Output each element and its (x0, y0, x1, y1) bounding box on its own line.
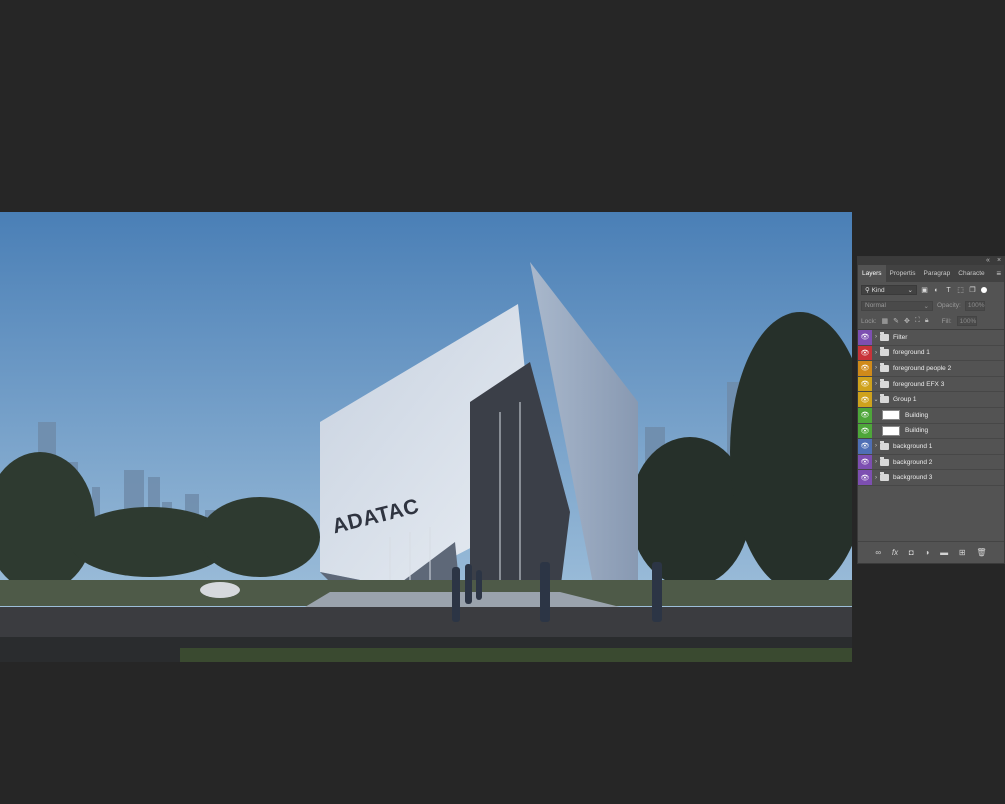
visibility-eye-icon[interactable]: 👁︎ (858, 470, 872, 485)
fill-label: Fill: (941, 317, 952, 325)
lock-pixels-icon[interactable]: ✎ (893, 317, 899, 325)
visibility-eye-icon[interactable]: 👁︎ (858, 330, 872, 345)
layer-row[interactable]: 👁︎ › foreground EFX 3 (858, 376, 1004, 393)
chevron-right-icon[interactable]: › (872, 443, 880, 449)
layer-name[interactable]: Building (905, 412, 928, 419)
panel-title-bar[interactable]: « × (858, 257, 1004, 265)
filter-shape-icon[interactable]: ⬚ (956, 286, 965, 295)
layer-name[interactable]: foreground 1 (893, 349, 930, 356)
chevron-right-icon[interactable]: › (872, 381, 880, 387)
layer-style-icon[interactable]: fx (892, 548, 898, 557)
folder-icon (880, 378, 889, 388)
visibility-eye-icon[interactable]: 👁︎ (858, 423, 872, 439)
folder-icon (880, 394, 889, 404)
filter-toggle[interactable] (981, 287, 987, 293)
search-icon: ⚲ (865, 287, 870, 294)
layer-name[interactable]: background 1 (893, 443, 932, 450)
lock-all-icon[interactable]: 🔒︎ (925, 317, 929, 325)
chevron-down-icon[interactable]: ⌄ (872, 396, 880, 403)
layer-row[interactable]: 👁︎ › background 3 (858, 470, 1004, 486)
link-layers-icon[interactable]: ∞ (875, 548, 881, 557)
filter-pixel-icon[interactable]: ▣ (920, 286, 929, 295)
folder-icon (880, 472, 889, 482)
chevron-down-icon: ⌄ (923, 302, 929, 310)
layer-thumbnail (882, 425, 900, 436)
blend-mode-label: Normal (865, 302, 886, 309)
layer-name[interactable]: foreground EFX 3 (893, 381, 944, 388)
layer-row[interactable]: 👁︎ › foreground 1 (858, 345, 1004, 362)
new-group-icon[interactable]: ▬ (940, 548, 948, 557)
lock-artboard-icon[interactable]: ⛶ (915, 317, 920, 325)
layer-row[interactable]: 👁︎ Building (858, 423, 1004, 440)
document-canvas[interactable] (0, 212, 852, 662)
layer-name[interactable]: Filter (893, 334, 907, 341)
panel-bottom-bar: ∞ fx ◘ ◑ ▬ ⊞ 🗑︎ (858, 541, 1004, 563)
layer-row[interactable]: 👁︎ › Filter (858, 330, 1004, 346)
delete-layer-icon[interactable]: 🗑︎ (976, 548, 986, 557)
filter-kind-select[interactable]: ⚲ Kind ⌄ (861, 285, 917, 295)
new-layer-icon[interactable]: ⊞ (959, 548, 966, 557)
filter-row: ⚲ Kind ⌄ ▣ ◐ T ⬚ ❐ (858, 282, 1004, 298)
chevron-down-icon: ⌄ (907, 287, 913, 294)
visibility-eye-icon[interactable]: 👁︎ (858, 376, 872, 392)
chevron-right-icon[interactable]: › (872, 459, 880, 465)
folder-icon (880, 331, 889, 341)
layer-row[interactable]: 👁︎ › background 2 (858, 454, 1004, 471)
layer-thumbnail (882, 410, 900, 421)
panel-menu-icon[interactable]: ≡ (996, 265, 1001, 282)
add-mask-icon[interactable]: ◘ (909, 548, 914, 557)
visibility-eye-icon[interactable]: 👁︎ (858, 392, 872, 407)
new-adjustment-icon[interactable]: ◑ (925, 548, 930, 557)
layer-row[interactable]: 👁︎ › background 1 (858, 439, 1004, 455)
layer-name[interactable]: background 2 (893, 459, 932, 466)
blend-mode-select[interactable]: Normal ⌄ (861, 300, 933, 311)
layers-list: 👁︎ › Filter 👁︎ › foreground 1 👁︎ › foreground pe… (858, 329, 1004, 486)
filter-type-icon[interactable]: T (944, 286, 953, 295)
collapse-icon[interactable]: « (986, 257, 990, 265)
layer-name[interactable]: background 3 (893, 474, 932, 481)
layer-row[interactable]: 👁︎ ⌄ Group 1 (858, 392, 1004, 408)
layer-name[interactable]: Building (905, 427, 928, 434)
chevron-right-icon[interactable]: › (872, 365, 880, 371)
opacity-field[interactable]: 100% (964, 300, 985, 311)
filter-kind-label: Kind (871, 287, 885, 294)
visibility-eye-icon[interactable]: 👁︎ (858, 361, 872, 376)
blend-row: Normal ⌄ Opacity: 100% (858, 298, 1004, 313)
tab-character[interactable]: Characte (954, 265, 988, 282)
folder-icon (880, 347, 889, 357)
chevron-right-icon[interactable]: › (872, 334, 880, 340)
visibility-eye-icon[interactable]: 👁︎ (858, 345, 872, 361)
visibility-eye-icon[interactable]: 👁︎ (858, 407, 872, 423)
tab-properties[interactable]: Propertis (886, 265, 920, 282)
layer-row[interactable]: 👁︎ › foreground people 2 (858, 361, 1004, 377)
lock-label: Lock: (861, 317, 877, 325)
lock-position-icon[interactable]: ✥ (904, 317, 910, 325)
layer-row[interactable]: 👁︎ Building (858, 407, 1004, 424)
tab-paragraph[interactable]: Paragrap (920, 265, 955, 282)
folder-icon (880, 440, 889, 450)
chevron-right-icon[interactable]: › (872, 475, 880, 481)
panel-tabs: Layers Propertis Paragrap Characte ≡ (858, 265, 1004, 282)
layers-panel: « × Layers Propertis Paragrap Characte ≡… (857, 256, 1005, 564)
filter-smart-object-icon[interactable]: ❐ (968, 286, 977, 295)
layer-name[interactable]: foreground people 2 (893, 365, 951, 372)
fill-field[interactable]: 100% (956, 316, 977, 326)
rendering-image (0, 212, 852, 662)
filter-adjustment-icon[interactable]: ◐ (932, 286, 941, 295)
opacity-label: Opacity: (937, 302, 961, 309)
visibility-eye-icon[interactable]: 👁︎ (858, 439, 872, 454)
chevron-right-icon[interactable]: › (872, 350, 880, 356)
tab-layers[interactable]: Layers (858, 265, 886, 282)
lock-transparent-icon[interactable]: ▦ (882, 317, 889, 325)
lock-row: Lock: ▦ ✎ ✥ ⛶ 🔒︎ Fill: 100% (858, 313, 1004, 329)
close-icon[interactable]: × (997, 257, 1001, 265)
folder-icon (880, 362, 889, 372)
folder-icon (880, 456, 889, 466)
layer-name[interactable]: Group 1 (893, 396, 917, 403)
visibility-eye-icon[interactable]: 👁︎ (858, 454, 872, 470)
